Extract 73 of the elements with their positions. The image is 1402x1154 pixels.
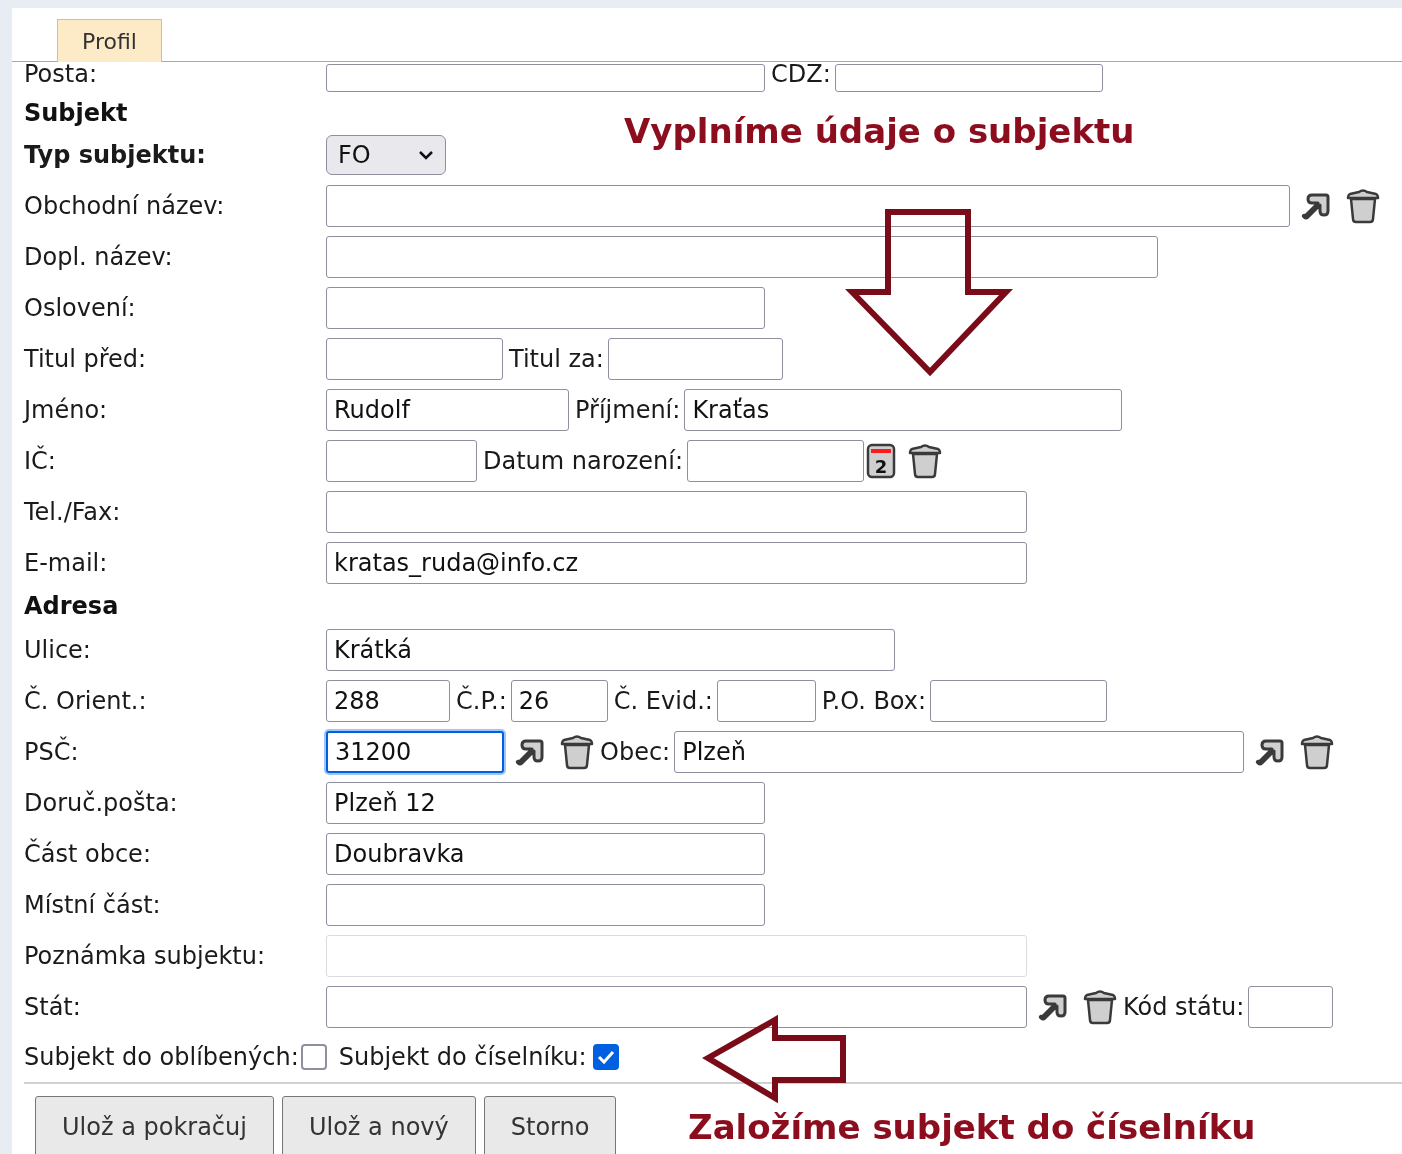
field-label: Č. Evid.: xyxy=(613,684,713,717)
input-field[interactable]: kratas_ruda@info.cz xyxy=(326,541,1027,584)
input-field[interactable]: Rudolf xyxy=(326,388,569,431)
field-label: Obec: xyxy=(600,736,671,768)
annotation-text: Vyplníme údaje o subjektu xyxy=(624,111,1135,151)
checkbox[interactable] xyxy=(592,1044,619,1070)
trash-icon[interactable] xyxy=(1346,187,1380,224)
trash-icon[interactable] xyxy=(908,442,943,479)
input-field[interactable] xyxy=(326,883,765,926)
type-select[interactable]: FO xyxy=(326,135,446,175)
input-field[interactable] xyxy=(326,235,1158,278)
profile-tab[interactable]: Profil xyxy=(57,19,162,62)
field-label: Ulice: xyxy=(24,634,91,666)
input-field[interactable] xyxy=(326,286,765,329)
input-field[interactable] xyxy=(607,337,783,380)
trash-icon[interactable] xyxy=(1083,988,1117,1025)
input-field[interactable] xyxy=(326,490,1027,533)
input-field[interactable]: Plzeň 12 xyxy=(326,781,765,824)
field-label: Místní část: xyxy=(24,889,161,921)
trash-icon[interactable] xyxy=(560,733,594,770)
section-heading: Subjekt xyxy=(24,98,128,129)
input-field[interactable]: 31200 xyxy=(326,730,504,773)
field-label: Č. Orient.: xyxy=(24,684,147,717)
field-label: Subjekt do číselníku: xyxy=(338,1042,587,1073)
section-heading: Adresa xyxy=(24,591,119,622)
field-label: Č.P.: xyxy=(456,684,507,717)
checkbox[interactable] xyxy=(300,1044,327,1070)
check-icon xyxy=(596,1049,615,1065)
field-label: Doruč.pošta: xyxy=(24,787,178,819)
field-label: IČ: xyxy=(24,444,56,477)
field-label: Subjekt do oblíbených: xyxy=(24,1042,299,1073)
field-label: Jméno: xyxy=(24,394,108,426)
field-label: Datum narození: xyxy=(483,445,684,477)
input-field[interactable]: Plzeň xyxy=(674,730,1245,773)
field-label: CDZ: xyxy=(771,59,831,90)
input-field[interactable]: 26 xyxy=(510,679,608,722)
field-label: Obchodní název: xyxy=(24,190,225,222)
input-field[interactable] xyxy=(326,985,1027,1028)
input-field[interactable] xyxy=(326,64,765,92)
form-button[interactable]: Storno xyxy=(483,1096,617,1154)
field-label: Poznámka subjektu: xyxy=(24,940,265,972)
calendar-icon[interactable]: 2 xyxy=(866,442,897,479)
input-field[interactable] xyxy=(930,679,1108,722)
input-field[interactable]: 288 xyxy=(326,679,450,722)
field-label: Oslovení: xyxy=(24,292,136,324)
input-field[interactable] xyxy=(1248,985,1334,1028)
field-label: Titul za: xyxy=(509,343,604,375)
field-label: Typ subjektu: xyxy=(24,140,206,171)
input-field[interactable] xyxy=(716,679,816,722)
input-field[interactable]: Krátká xyxy=(326,628,895,671)
form-button[interactable]: Ulož a nový xyxy=(281,1096,476,1154)
field-label: Titul před: xyxy=(24,343,147,375)
input-field[interactable] xyxy=(687,439,865,482)
field-label: E-mail: xyxy=(24,547,108,579)
field-label: Kód státu: xyxy=(1123,991,1245,1023)
field-label: PSČ: xyxy=(24,735,79,768)
chevron-down-icon xyxy=(418,150,434,160)
input-field[interactable]: Doubravka xyxy=(326,832,765,875)
field-label: Tel./Fax: xyxy=(24,496,121,528)
input-field[interactable] xyxy=(834,64,1103,92)
annotation-text: Založíme subjekt do číselníku xyxy=(688,1106,1256,1149)
trash-icon[interactable] xyxy=(1300,733,1335,770)
field-label: P.O. Box: xyxy=(821,685,927,717)
input-field[interactable] xyxy=(326,439,477,482)
field-label: Posta: xyxy=(24,59,97,90)
field-label: Příjmení: xyxy=(575,394,681,426)
input-field[interactable]: Kraťas xyxy=(684,388,1123,431)
input-field[interactable] xyxy=(326,184,1290,227)
form-button[interactable]: Ulož a pokračuj xyxy=(35,1096,274,1154)
input-field[interactable] xyxy=(326,337,503,380)
field-label: Část obce: xyxy=(24,837,151,870)
field-label: Dopl. název: xyxy=(24,241,173,273)
field-label: Stát: xyxy=(24,991,81,1023)
